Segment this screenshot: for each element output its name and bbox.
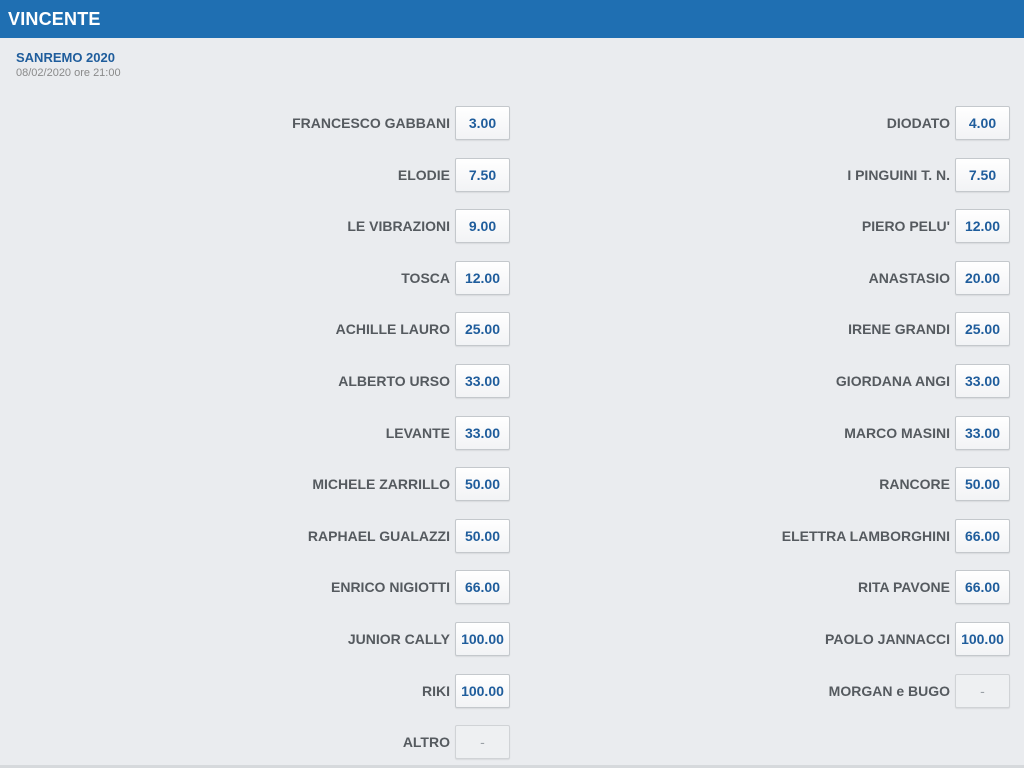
odds-row: ENRICO NIGIOTTI 66.00 [0,568,510,606]
odd-button[interactable]: 33.00 [955,364,1010,398]
participant-name: IRENE GRANDI [848,321,950,338]
odd-button[interactable]: 66.00 [455,570,510,605]
odds-row: RANCORE 50.00 [510,465,1010,503]
odds-row: TOSCA 12.00 [0,259,510,297]
participant-name: PIERO PELU' [861,218,950,235]
odd-button[interactable]: 100.00 [455,622,510,656]
participant-name: JUNIOR CALLY [347,631,450,647]
odds-row: GIORDANA ANGI 33.00 [510,362,1010,400]
odds-row: MICHELE ZARRILLO 50.00 [0,465,510,503]
participant-name: RANCORE [879,476,950,493]
participant-name: MARCO MASINI [844,424,950,441]
odd-button[interactable]: 66.00 [955,518,1010,553]
odd-button[interactable]: 7.50 [955,157,1010,192]
odd-button[interactable]: 3.00 [455,106,510,140]
participant-name: RAPHAEL GUALAZZI [307,527,450,544]
participant-name: LE VIBRAZIONI [347,218,450,235]
odds-row: ELETTRA LAMBORGHINI 66.00 [510,517,1010,555]
odds-row: ELODIE 7.50 [0,156,510,194]
odds-row: PIERO PELU' 12.00 [510,207,1010,245]
odds-row: LE VIBRAZIONI 9.00 [0,207,510,245]
odds-row: RIKI 100.00 [0,672,510,710]
participant-name: MICHELE ZARRILLO [312,476,450,493]
odd-button[interactable]: 25.00 [455,312,510,347]
market-title: VINCENTE [8,9,101,29]
participant-name: ELETTRA LAMBORGHINI [781,527,950,544]
participant-name: ENRICO NIGIOTTI [331,579,450,596]
odds-row: ANASTASIO 20.00 [510,259,1010,297]
odds-row: LEVANTE 33.00 [0,414,510,452]
odds-row: MORGAN e BUGO - [510,672,1010,710]
odds-row: IRENE GRANDI 25.00 [510,310,1010,348]
odds-row: RAPHAEL GUALAZZI 50.00 [0,517,510,555]
participant-name: ACHILLE LAURO [335,321,450,338]
odd-button: - [455,725,510,760]
odd-button[interactable]: 50.00 [455,467,510,502]
odd-button[interactable]: 12.00 [955,209,1010,244]
odd-button[interactable]: 66.00 [955,570,1010,605]
odd-button[interactable]: 33.00 [955,415,1010,450]
odd-button[interactable]: 33.00 [455,364,510,398]
participant-name: MORGAN e BUGO [828,682,950,699]
odd-button[interactable]: 50.00 [455,518,510,553]
odd-button[interactable]: 7.50 [455,157,510,192]
participant-name: ANASTASIO [868,269,950,286]
odds-row: JUNIOR CALLY 100.00 [0,620,510,658]
odd-button[interactable]: 50.00 [955,467,1010,502]
odd-button[interactable]: 100.00 [455,673,510,708]
odd-button: - [955,673,1010,708]
odds-row: RITA PAVONE 66.00 [510,568,1010,606]
odds-row: PAOLO JANNACCI 100.00 [510,620,1010,658]
event-date: 08/02/2020 ore 21:00 [16,67,121,79]
participant-name: DIODATO [886,115,950,131]
event-info: SANREMO 2020 08/02/2020 ore 21:00 [16,50,121,80]
odd-button[interactable]: 9.00 [455,209,510,244]
participant-name: ALTRO [402,734,450,751]
odd-button[interactable]: 25.00 [955,312,1010,347]
odd-button[interactable]: 100.00 [955,622,1010,656]
market-header: VINCENTE [0,0,1024,38]
participant-name: PAOLO JANNACCI [825,631,950,647]
participant-name: LEVANTE [385,424,450,441]
participant-name: RIKI [422,682,450,699]
participant-name: RITA PAVONE [857,579,950,596]
odd-button[interactable]: 12.00 [455,260,510,295]
participant-name: FRANCESCO GABBANI [292,115,450,131]
participant-name: ALBERTO URSO [338,373,450,389]
odd-button[interactable]: 20.00 [955,260,1010,295]
odds-row: ACHILLE LAURO 25.00 [0,310,510,348]
participant-name: I PINGUINI T. N. [847,166,950,183]
odds-row: FRANCESCO GABBANI 3.00 [0,104,510,142]
odd-button[interactable]: 33.00 [455,415,510,450]
participant-name: TOSCA [401,269,450,286]
odds-row: ALTRO - [0,723,510,761]
odds-row: ALBERTO URSO 33.00 [0,362,510,400]
odds-row: I PINGUINI T. N. 7.50 [510,156,1010,194]
event-title: SANREMO 2020 [16,50,115,65]
odds-row: MARCO MASINI 33.00 [510,414,1010,452]
participant-name: ELODIE [397,166,450,183]
odds-row: DIODATO 4.00 [510,104,1010,142]
odd-button[interactable]: 4.00 [955,106,1010,140]
participant-name: GIORDANA ANGI [835,373,950,389]
